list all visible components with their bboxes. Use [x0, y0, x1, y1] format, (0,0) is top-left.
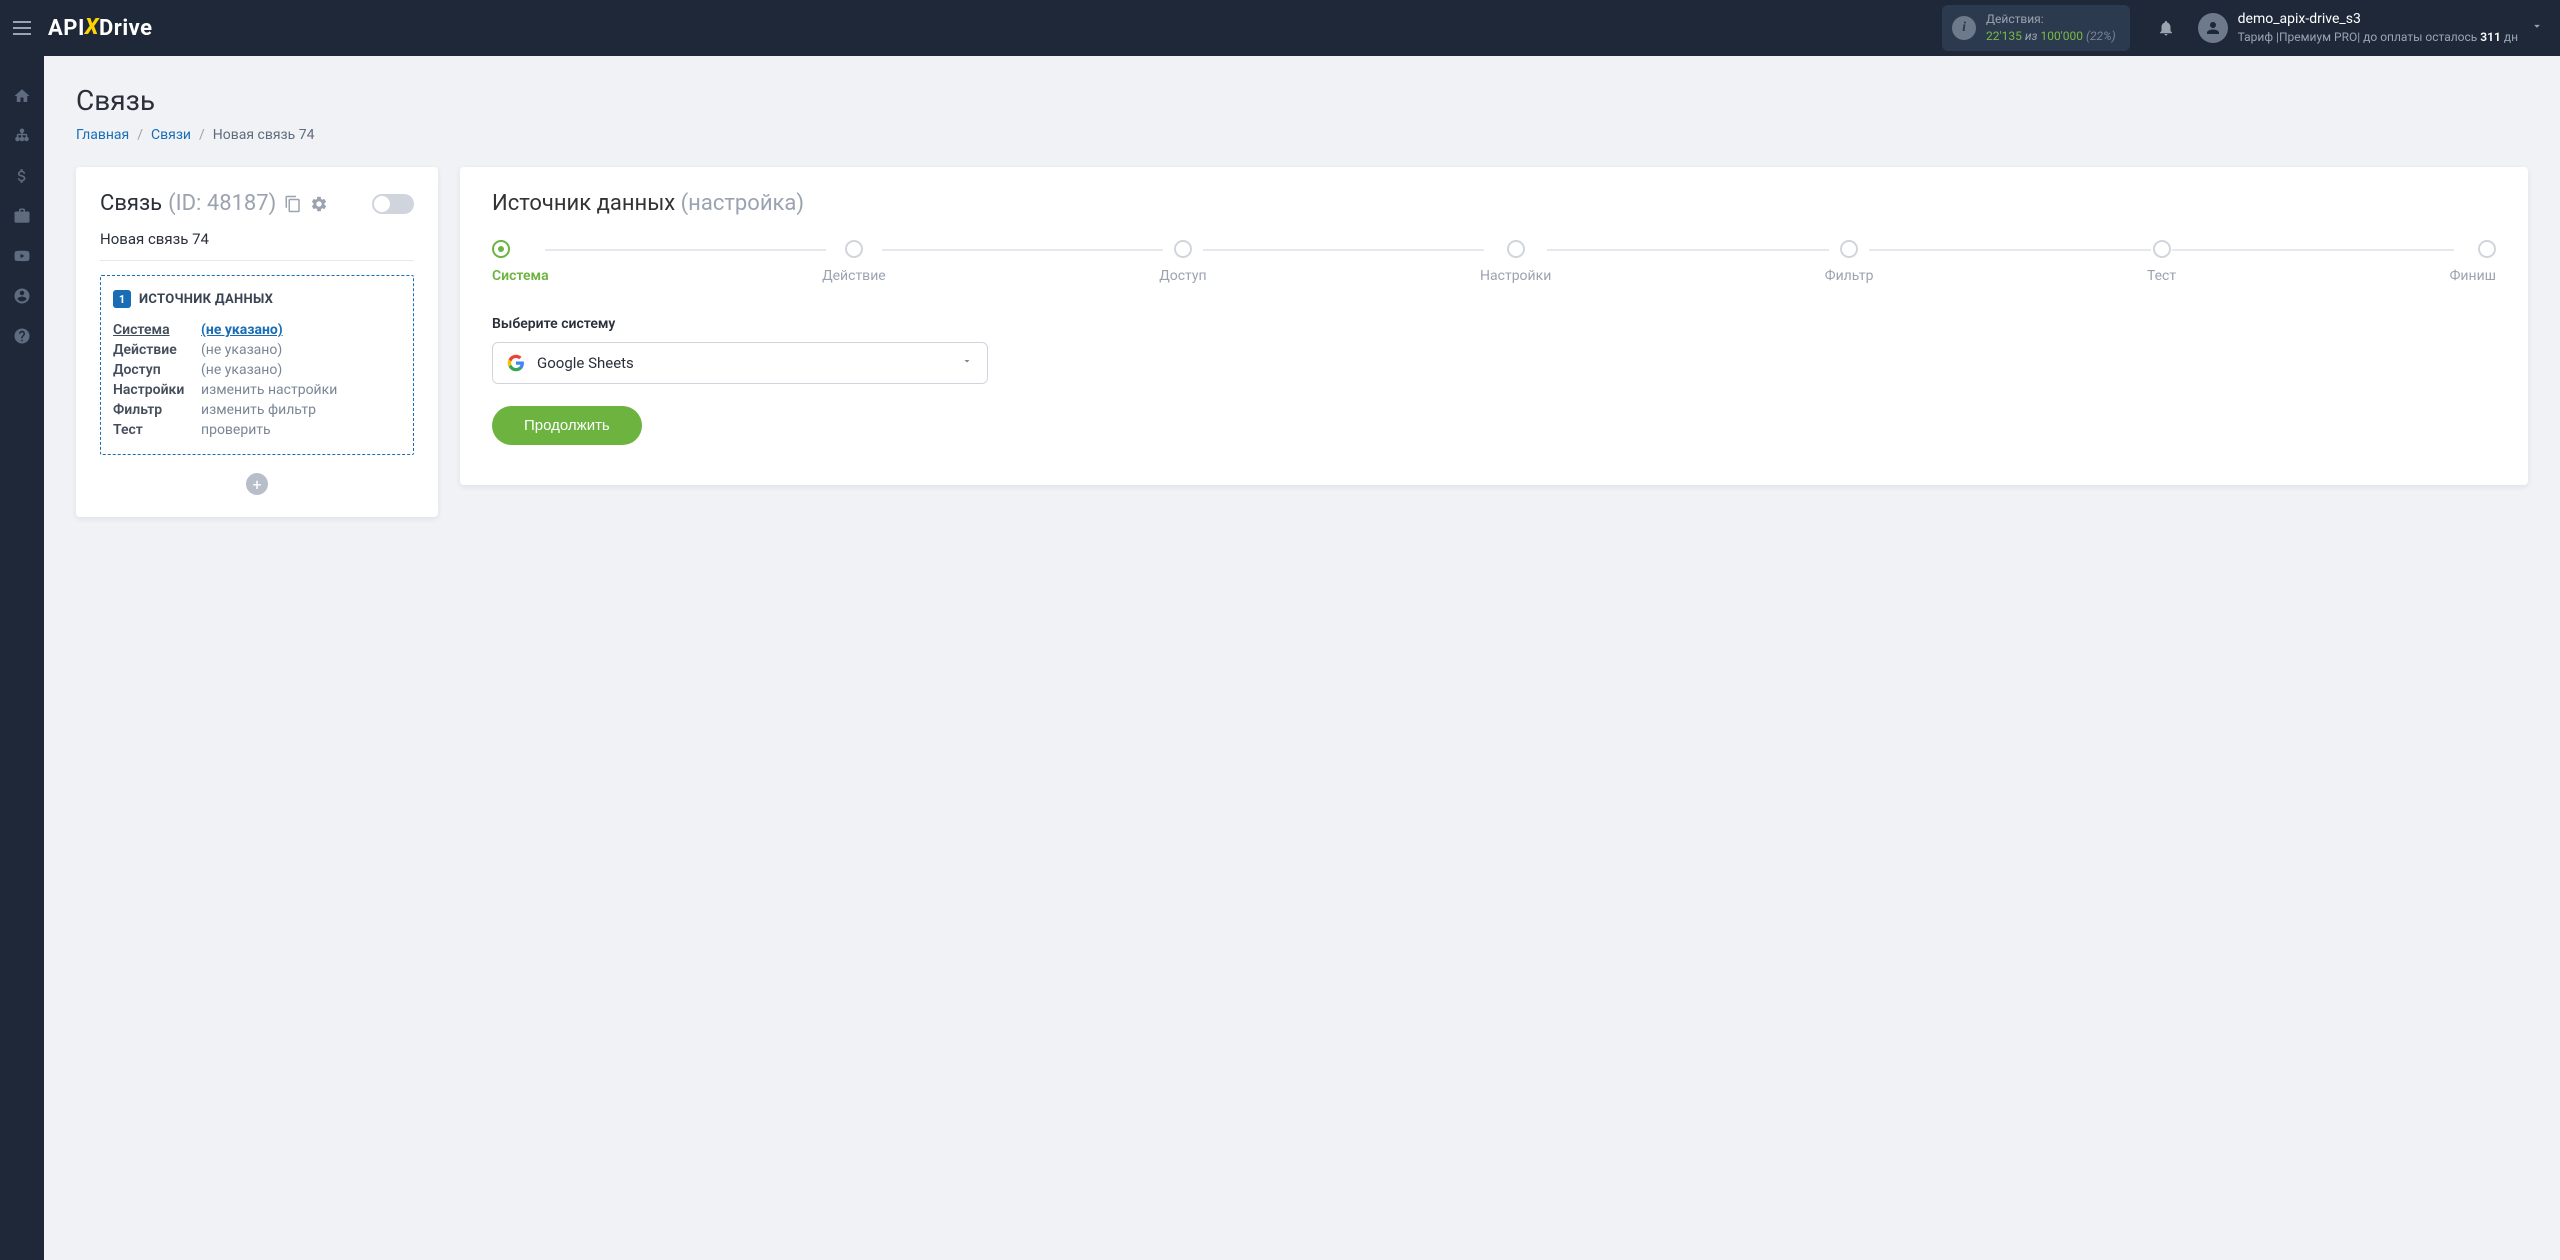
- breadcrumb-current: Новая связь 74: [213, 127, 315, 143]
- system-select-value: Google Sheets: [537, 354, 634, 372]
- source-row-settings[interactable]: Настройки изменить настройки: [113, 380, 401, 400]
- user-tariff: Тариф |Премиум PRO| до оплаты осталось 3…: [2238, 29, 2518, 46]
- google-icon: [507, 354, 525, 372]
- actions-label: Действия:: [1986, 11, 2116, 28]
- actions-total: 100'000: [2040, 29, 2083, 43]
- connection-summary-card: Связь (ID: 48187) Новая связь 74 1 ИСТОЧ…: [76, 167, 438, 517]
- copy-icon[interactable]: [284, 195, 302, 213]
- step-test[interactable]: Тест: [2147, 240, 2176, 284]
- source-row-access[interactable]: Доступ (не указано): [113, 360, 401, 380]
- add-destination-button[interactable]: +: [246, 473, 268, 495]
- logo-post: Drive: [99, 16, 153, 41]
- breadcrumb: Главная / Связи / Новая связь 74: [76, 127, 2528, 143]
- system-select[interactable]: Google Sheets: [492, 342, 988, 384]
- source-box: 1 ИСТОЧНИК ДАННЫХ Система (не указано) Д…: [100, 275, 414, 455]
- source-row-action[interactable]: Действие (не указано): [113, 340, 401, 360]
- system-field-label: Выберите систему: [492, 316, 2496, 332]
- actions-used: 22'135: [1986, 29, 2022, 43]
- connection-toggle[interactable]: [372, 194, 414, 214]
- source-number: 1: [113, 290, 131, 308]
- notifications-button[interactable]: [2146, 19, 2186, 37]
- step-access[interactable]: Доступ: [1159, 240, 1206, 284]
- actions-counter[interactable]: i Действия: 22'135 из 100'000 (22%): [1942, 5, 2130, 51]
- nav-account[interactable]: [0, 276, 44, 316]
- step-finish[interactable]: Финиш: [2450, 240, 2496, 284]
- user-name: demo_apix-drive_s3: [2238, 10, 2518, 30]
- step-settings[interactable]: Настройки: [1480, 240, 1551, 284]
- breadcrumb-home[interactable]: Главная: [76, 127, 129, 143]
- step-filter[interactable]: Фильтр: [1825, 240, 1874, 284]
- nav-video[interactable]: [0, 236, 44, 276]
- avatar: [2198, 13, 2228, 43]
- nav-connections[interactable]: [0, 116, 44, 156]
- stepper: Система Действие Доступ Настройки Фильтр…: [492, 240, 2496, 284]
- logo[interactable]: APIXDrive: [48, 16, 153, 41]
- expand-icon[interactable]: [2530, 19, 2544, 37]
- logo-pre: API: [48, 16, 85, 41]
- sidebar: [0, 56, 44, 1260]
- actions-pct: (22%): [2086, 29, 2116, 43]
- nav-home[interactable]: [0, 76, 44, 116]
- source-row-test[interactable]: Тест проверить: [113, 420, 401, 440]
- continue-button[interactable]: Продолжить: [492, 406, 642, 445]
- connection-id: (ID: 48187): [168, 191, 276, 216]
- source-row-system[interactable]: Система (не указано): [113, 320, 401, 340]
- config-card: Источник данных (настройка) Система Дейс…: [460, 167, 2528, 485]
- gear-icon[interactable]: [310, 195, 328, 213]
- nav-billing[interactable]: [0, 156, 44, 196]
- source-row-filter[interactable]: Фильтр изменить фильтр: [113, 400, 401, 420]
- info-icon: i: [1952, 16, 1976, 40]
- chevron-down-icon: [961, 355, 973, 371]
- logo-x: X: [85, 15, 99, 40]
- connection-label: Связь: [100, 191, 162, 216]
- connection-name: Новая связь 74: [100, 230, 414, 261]
- breadcrumb-links[interactable]: Связи: [151, 127, 191, 143]
- source-title: ИСТОЧНИК ДАННЫХ: [139, 292, 273, 307]
- nav-help[interactable]: [0, 316, 44, 356]
- user-menu[interactable]: demo_apix-drive_s3 Тариф |Премиум PRO| д…: [2186, 10, 2530, 46]
- nav-briefcase[interactable]: [0, 196, 44, 236]
- menu-toggle[interactable]: [0, 0, 44, 56]
- step-system[interactable]: Система: [492, 240, 549, 284]
- actions-sep: из: [2025, 29, 2038, 43]
- step-action[interactable]: Действие: [822, 240, 886, 284]
- top-header: APIXDrive i Действия: 22'135 из 100'000 …: [0, 0, 2560, 56]
- page-title: Связь: [76, 84, 2528, 117]
- config-title: Источник данных (настройка): [492, 191, 2496, 216]
